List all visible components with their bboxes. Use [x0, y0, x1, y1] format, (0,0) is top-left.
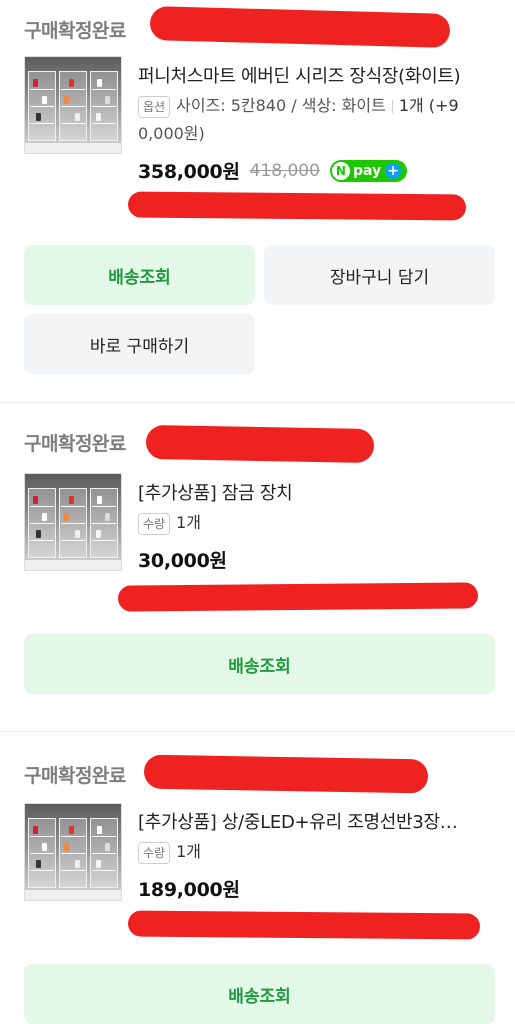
plus-icon: +: [385, 162, 402, 179]
buy-now-button[interactable]: 바로 구매하기: [24, 314, 255, 374]
product-price: 189,000원: [138, 879, 240, 901]
original-price: 418,000: [249, 160, 320, 181]
product-title[interactable]: 퍼니처스마트 에버딘 시리즈 장식장(화이트): [138, 62, 498, 88]
order-card-3: 구매확정완료 [추가상품] 상/중LED+유리 조명선반3장… 수량 1개 189…: [0, 732, 515, 1024]
order-card-1: 구매확정완료 퍼니처스마트 에버딘 시리즈 장식장(화이트) 옵션 사이즈: 5칸…: [0, 0, 515, 400]
option-extra-price: 0,000원): [138, 124, 205, 143]
redaction-mark: [117, 582, 479, 612]
redaction-mark: [145, 425, 375, 463]
option-separator: [391, 100, 393, 113]
price-row: 358,000원 418,000 N pay +: [138, 157, 408, 184]
product-thumbnail[interactable]: [24, 56, 122, 154]
quantity-badge: 수량: [138, 512, 171, 535]
naver-pay-logo-icon: N: [331, 161, 350, 180]
order-status: 구매확정완료: [24, 764, 126, 787]
order-status-row: 구매확정완료: [24, 427, 126, 457]
redaction-mark: [143, 754, 429, 794]
price-row: 30,000원: [138, 546, 227, 573]
option-quantity: 1개: [176, 842, 201, 861]
price-row: 189,000원: [138, 875, 240, 902]
product-title[interactable]: [추가상품] 잠금 장치: [138, 479, 498, 505]
order-status: 구매확정완료: [24, 19, 126, 42]
naver-pay-badge: N pay +: [329, 159, 408, 182]
order-card-2: 구매확정완료 [추가상품] 잠금 장치 수량 1개 30,000원 배송조회: [0, 403, 515, 731]
option-badge: 옵션: [138, 95, 171, 118]
product-option: 수량 1개: [138, 509, 498, 537]
product-option: 옵션 사이즈: 5칸840 / 색상: 화이트 1개 (+9 0,000원): [138, 92, 498, 148]
order-status-row: 구매확정완료: [24, 759, 126, 789]
option-quantity: 1개: [176, 513, 201, 532]
redaction-mark: [127, 191, 467, 221]
track-delivery-button[interactable]: 배송조회: [24, 245, 255, 305]
product-price: 30,000원: [138, 550, 227, 572]
redaction-mark: [127, 910, 481, 940]
add-to-cart-button[interactable]: 장바구니 담기: [264, 245, 495, 305]
order-status: 구매확정완료: [24, 432, 126, 455]
product-price: 358,000원: [138, 161, 240, 183]
track-delivery-button[interactable]: 배송조회: [24, 964, 495, 1024]
option-text: 사이즈: 5칸840 / 색상: 화이트: [176, 96, 386, 115]
product-thumbnail[interactable]: [24, 473, 122, 571]
naver-pay-label: pay: [352, 162, 382, 179]
redaction-mark: [149, 6, 451, 48]
option-quantity: 1개 (+9: [398, 96, 459, 115]
product-title[interactable]: [추가상품] 상/중LED+유리 조명선반3장…: [138, 808, 498, 834]
track-delivery-button[interactable]: 배송조회: [24, 634, 495, 694]
product-thumbnail[interactable]: [24, 803, 122, 901]
order-status-row: 구매확정완료: [24, 14, 126, 44]
quantity-badge: 수량: [138, 841, 171, 864]
product-option: 수량 1개: [138, 838, 498, 866]
